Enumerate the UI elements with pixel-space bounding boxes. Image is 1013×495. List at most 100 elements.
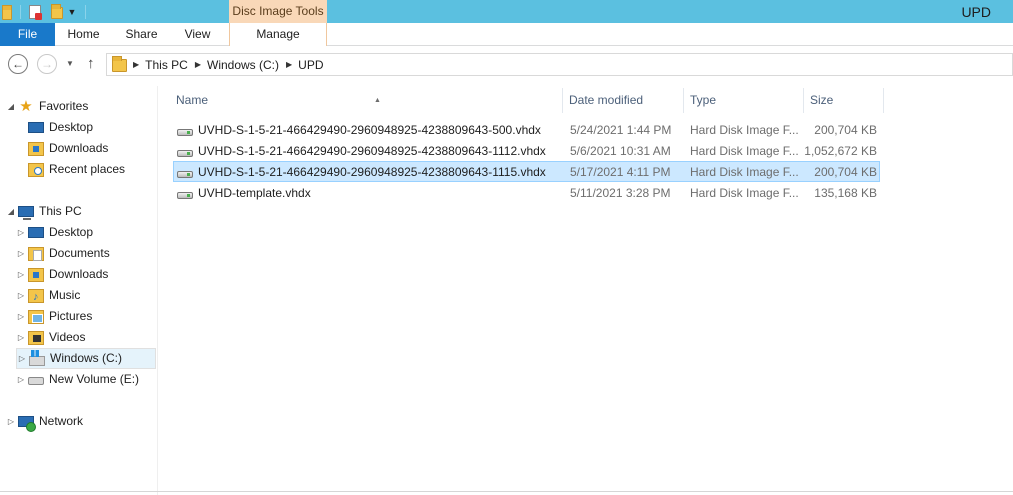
- windows-drive-icon: [29, 349, 45, 366]
- expand-icon[interactable]: ▷: [16, 285, 26, 306]
- recent-places-icon: [28, 162, 44, 177]
- tree-pc-music[interactable]: ▷ Music: [16, 285, 80, 308]
- quick-access-toolbar: ▼: [0, 0, 90, 23]
- file-row[interactable]: UVHD-S-1-5-21-466429490-2960948925-42388…: [173, 140, 880, 161]
- disk-image-icon: [177, 191, 193, 199]
- chevron-right-icon[interactable]: ▶: [195, 60, 201, 69]
- tab-home[interactable]: Home: [56, 23, 111, 46]
- chevron-right-icon[interactable]: ▶: [286, 60, 292, 69]
- file-size: 135,168 KB: [814, 186, 877, 200]
- tab-view[interactable]: View: [170, 23, 225, 46]
- file-name-cell: UVHD-S-1-5-21-466429490-2960948925-42388…: [177, 141, 567, 162]
- column-header-date-modified[interactable]: Date modified: [563, 88, 684, 113]
- expand-icon[interactable]: ▷: [16, 264, 26, 285]
- file-date: 5/6/2021 10:31 AM: [570, 144, 671, 158]
- sort-ascending-icon: ▲: [374, 97, 381, 104]
- column-label: Size: [810, 93, 834, 107]
- tree-label: Desktop: [49, 120, 94, 134]
- tree-label: New Volume (E:): [49, 372, 140, 386]
- tree-network[interactable]: ▷ Network: [6, 411, 83, 432]
- network-icon: [18, 416, 36, 432]
- chevron-down-icon: ▼: [66, 59, 74, 68]
- recent-locations-button[interactable]: ▼: [66, 59, 74, 68]
- tree-label: Windows (C:): [50, 351, 123, 365]
- expand-icon[interactable]: ▷: [6, 411, 16, 432]
- tab-manage[interactable]: Manage: [229, 23, 327, 47]
- chevron-right-icon[interactable]: ▶: [133, 60, 139, 69]
- forward-button[interactable]: →: [37, 54, 57, 74]
- tree-favorites-desktop[interactable]: Desktop: [28, 117, 93, 138]
- downloads-folder-icon: [28, 141, 44, 156]
- status-divider: [0, 491, 1013, 492]
- file-name: UVHD-S-1-5-21-466429490-2960948925-42388…: [198, 165, 546, 179]
- videos-folder-icon: [28, 330, 44, 345]
- column-header-size[interactable]: Size: [804, 88, 884, 113]
- file-size: 200,704 KB: [814, 165, 877, 179]
- window-title: UPD: [961, 4, 991, 20]
- tab-file[interactable]: File: [0, 23, 55, 46]
- tree-favorites-recent-places[interactable]: Recent places: [28, 159, 125, 180]
- expand-icon[interactable]: ▷: [16, 222, 26, 243]
- column-label: Type: [690, 93, 717, 107]
- up-button[interactable]: ↑: [87, 55, 95, 72]
- forward-arrow-icon: →: [41, 57, 53, 71]
- tree-pc-desktop[interactable]: ▷ Desktop: [16, 222, 93, 243]
- tree-favorites-downloads[interactable]: Downloads: [28, 138, 108, 159]
- tab-share[interactable]: Share: [114, 23, 169, 46]
- file-type: Hard Disk Image F...: [690, 123, 799, 137]
- folder-icon[interactable]: [2, 4, 12, 20]
- tree-pc-windows-c[interactable]: ▷ Windows (C:): [16, 348, 156, 369]
- back-button[interactable]: ←: [8, 54, 28, 74]
- file-name-cell: UVHD-S-1-5-21-466429490-2960948925-42388…: [177, 120, 567, 141]
- properties-icon[interactable]: [29, 4, 42, 20]
- file-name: UVHD-S-1-5-21-466429490-2960948925-42388…: [198, 144, 546, 158]
- file-row[interactable]: UVHD-template.vhdx 5/11/2021 3:28 PM Har…: [173, 182, 880, 203]
- expand-icon[interactable]: ▷: [17, 348, 27, 369]
- tree-label: This PC: [39, 204, 82, 218]
- collapse-icon[interactable]: ◢: [6, 201, 16, 222]
- tree-label: Network: [39, 414, 84, 428]
- tree-favorites[interactable]: ◢ ★ Favorites: [6, 96, 88, 117]
- navigation-pane: ◢ ★ Favorites Desktop Downloads Recent p…: [0, 86, 158, 495]
- expand-icon[interactable]: ▷: [16, 327, 26, 348]
- new-folder-icon[interactable]: [51, 4, 63, 19]
- file-row[interactable]: UVHD-S-1-5-21-466429490-2960948925-42388…: [173, 119, 880, 140]
- file-type: Hard Disk Image F...: [690, 165, 799, 179]
- title-bar: ▼ UPD: [0, 0, 1013, 23]
- drive-icon: [28, 376, 44, 385]
- tree-label: Videos: [49, 330, 86, 344]
- file-date: 5/11/2021 3:28 PM: [570, 186, 671, 200]
- tree-this-pc[interactable]: ◢ This PC: [6, 201, 82, 222]
- disk-image-icon: [177, 149, 193, 157]
- tree-pc-downloads[interactable]: ▷ Downloads: [16, 264, 108, 285]
- breadcrumb-windows-c[interactable]: Windows (C:): [207, 58, 279, 72]
- toolbar-divider: [20, 4, 21, 19]
- expand-icon[interactable]: ▷: [16, 369, 26, 390]
- expand-icon[interactable]: ▷: [16, 306, 26, 327]
- tree-pc-videos[interactable]: ▷ Videos: [16, 327, 85, 348]
- column-header-name[interactable]: Name ▲: [170, 88, 563, 113]
- context-tab-group-title: Disc Image Tools: [232, 4, 324, 18]
- address-bar[interactable]: ▶ This PC ▶ Windows (C:) ▶ UPD: [106, 53, 1013, 76]
- star-icon: ★: [19, 97, 33, 115]
- file-name: UVHD-template.vhdx: [198, 186, 311, 200]
- file-name-cell: UVHD-S-1-5-21-466429490-2960948925-42388…: [177, 162, 567, 183]
- collapse-icon[interactable]: ◢: [6, 96, 16, 117]
- breadcrumb-this-pc[interactable]: This PC: [145, 58, 188, 72]
- disk-image-icon: [177, 170, 193, 178]
- file-row-selected[interactable]: UVHD-S-1-5-21-466429490-2960948925-42388…: [173, 161, 880, 182]
- file-name: UVHD-S-1-5-21-466429490-2960948925-42388…: [198, 123, 541, 137]
- computer-icon: [18, 206, 34, 220]
- tree-label: Documents: [49, 246, 110, 260]
- tree-pc-documents[interactable]: ▷ Documents: [16, 243, 110, 264]
- customize-toolbar-icon[interactable]: ▼: [67, 7, 77, 17]
- expand-icon[interactable]: ▷: [16, 243, 26, 264]
- file-list: Name ▲ Date modified Type Size UVHD-S-1-…: [158, 86, 1013, 495]
- tree-label: Pictures: [49, 309, 93, 323]
- tree-pc-pictures[interactable]: ▷ Pictures: [16, 306, 92, 327]
- desktop-icon: [28, 122, 44, 133]
- column-header-type[interactable]: Type: [684, 88, 804, 113]
- ribbon-tabs: File Home Share View Manage: [0, 23, 1013, 47]
- tree-pc-new-volume-e[interactable]: ▷ New Volume (E:): [16, 369, 139, 390]
- breadcrumb-upd[interactable]: UPD: [298, 58, 323, 72]
